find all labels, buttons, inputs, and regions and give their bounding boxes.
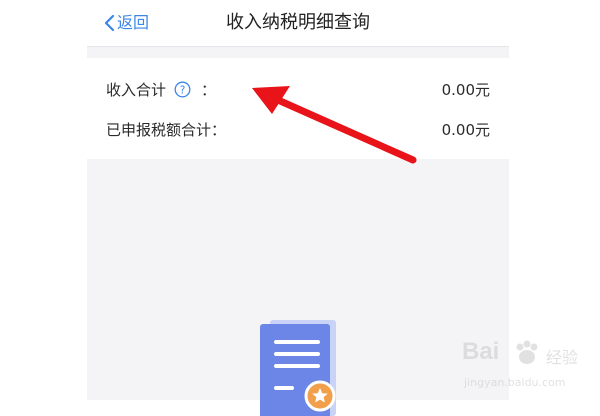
income-total-label-group: 收入合计 ? ： [106,79,216,100]
income-total-row: 收入合计 ? ： 0.00元 [106,77,490,101]
income-total-label: 收入合计 [106,80,167,99]
income-total-value: 0.00元 [441,80,490,99]
svg-text:?: ? [180,84,186,96]
declared-tax-row: 已申报税额合计： 0.00元 [106,117,490,141]
document-star-icon [260,320,336,416]
declared-tax-label: 已申报税额合计： [106,120,227,139]
watermark-brand-cn: 经验 [546,348,579,367]
income-total-colon: ： [201,80,217,99]
baidu-jingyan-watermark: Bai 经验 jingyan.baidu.com [462,336,592,396]
watermark-url: jingyan.baidu.com [464,376,566,389]
page-title: 收入纳税明细查询 [226,12,370,33]
watermark-brand: Bai [462,338,500,365]
declared-tax-value: 0.00元 [441,120,490,139]
paw-icon [516,340,538,364]
summary-card [87,58,509,159]
question-circle-icon[interactable]: ? [174,81,191,98]
navigation-bar: 返回 收入纳税明细查询 [87,0,509,47]
